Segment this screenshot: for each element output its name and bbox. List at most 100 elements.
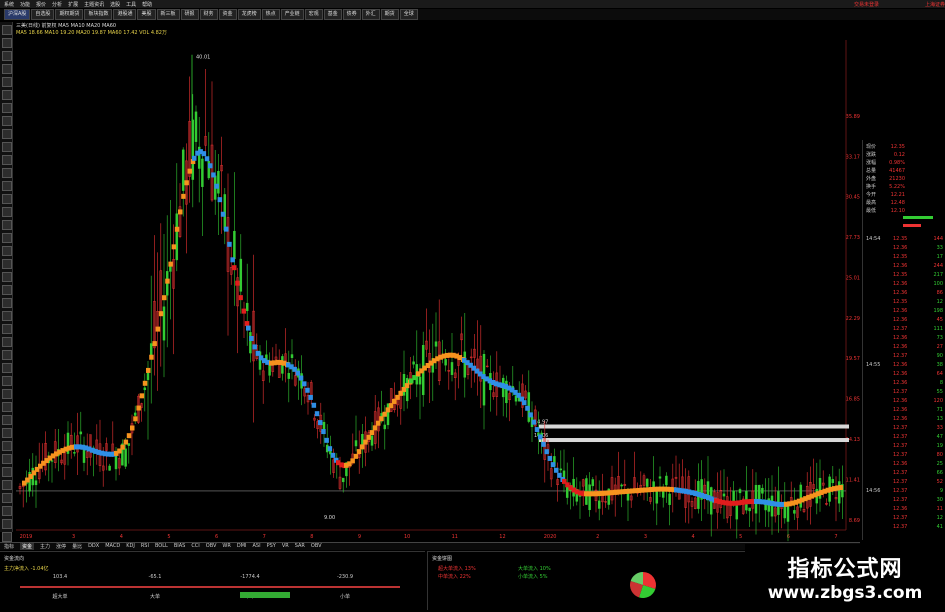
toolbar-icon[interactable] <box>2 376 12 386</box>
market-tab[interactable]: 产业链 <box>280 9 304 20</box>
toolbar-icon[interactable] <box>2 129 12 139</box>
indicator-tab[interactable]: 指标 <box>4 543 14 550</box>
market-tab[interactable]: 新三板 <box>156 9 180 20</box>
indicator-tab[interactable]: RSI <box>141 543 149 550</box>
indicator-tab[interactable]: SAR <box>295 543 305 550</box>
indicator-tab[interactable]: CCI <box>191 543 199 550</box>
indicator-tab[interactable]: WR <box>222 543 230 550</box>
market-tab[interactable]: 研报 <box>180 9 199 20</box>
trend-ribbon-block <box>838 485 843 491</box>
market-tab[interactable]: 板块指数 <box>84 9 113 20</box>
market-tab[interactable]: 资金 <box>218 9 237 20</box>
tick-price: 12.37 <box>893 443 907 449</box>
indicator-tab[interactable]: ASI <box>252 543 260 550</box>
menu-item[interactable]: 选股 <box>110 1 120 8</box>
toolbar-icon[interactable] <box>2 350 12 360</box>
market-tab[interactable]: 外汇 <box>361 9 380 20</box>
market-tab[interactable]: 基金 <box>323 9 342 20</box>
indicator-tab[interactable]: 主力 <box>40 543 50 550</box>
toolbar-icon[interactable] <box>2 441 12 451</box>
indicator-tab[interactable]: 量比 <box>72 543 82 550</box>
indicator-tab[interactable]: MACD <box>105 543 120 550</box>
toolbar-icon[interactable] <box>2 415 12 425</box>
menu-item[interactable]: 主题资讯 <box>84 1 104 8</box>
indicator-tab[interactable]: 资金 <box>20 543 35 550</box>
toolbar-icon[interactable] <box>2 259 12 269</box>
toolbar-icon[interactable] <box>2 246 12 256</box>
toolbar-icon[interactable] <box>2 519 12 529</box>
market-tab[interactable]: 龙虎榜 <box>237 9 261 20</box>
trend-ribbon-block <box>238 295 243 301</box>
market-tab[interactable]: 期权期货 <box>55 9 84 20</box>
toolbar-icon[interactable] <box>2 64 12 74</box>
toolbar-icon[interactable] <box>2 51 12 61</box>
tick-price: 12.35 <box>893 299 907 305</box>
toolbar-icon[interactable] <box>2 532 12 542</box>
toolbar-icon[interactable] <box>2 116 12 126</box>
market-tab[interactable]: 财务 <box>199 9 218 20</box>
indicator-tab[interactable]: DMI <box>237 543 247 550</box>
toolbar-icon[interactable] <box>2 298 12 308</box>
market-tab[interactable]: 港股通 <box>113 9 137 20</box>
toolbar-icon[interactable] <box>2 480 12 490</box>
toolbar-icon[interactable] <box>2 493 12 503</box>
price-axis-label: 33.17 <box>846 154 860 160</box>
market-tab[interactable]: 期货 <box>380 9 399 20</box>
market-tab[interactable]: 自选股 <box>31 9 55 20</box>
market-tab[interactable]: 宏观 <box>304 9 323 20</box>
market-tab[interactable]: 沪深A股 <box>4 9 31 20</box>
fund-pie-title: 资金饼图 <box>432 555 452 562</box>
toolbar-icon[interactable] <box>2 467 12 477</box>
toolbar-icon[interactable] <box>2 142 12 152</box>
toolbar-icon[interactable] <box>2 454 12 464</box>
menu-item[interactable]: 系统 <box>4 1 14 8</box>
toolbar-icon[interactable] <box>2 77 12 87</box>
toolbar-icon[interactable] <box>2 181 12 191</box>
toolbar-icon[interactable] <box>2 428 12 438</box>
menu-item[interactable]: 工具 <box>126 1 136 8</box>
fund-label: 超大单 <box>52 593 67 600</box>
toolbar-icon[interactable] <box>2 389 12 399</box>
indicator-tab[interactable]: PSY <box>267 543 276 550</box>
toolbar-icon[interactable] <box>2 324 12 334</box>
indicator-tab[interactable]: 涨停 <box>56 543 66 550</box>
indicator-tab[interactable]: OBV <box>206 543 217 550</box>
toolbar-icon[interactable] <box>2 311 12 321</box>
toolbar-icon[interactable] <box>2 220 12 230</box>
tick-volume: 120 <box>933 398 943 404</box>
toolbar-icon[interactable] <box>2 155 12 165</box>
toolbar-icon[interactable] <box>2 194 12 204</box>
toolbar-icon[interactable] <box>2 90 12 100</box>
toolbar-icon[interactable] <box>2 207 12 217</box>
menu-item[interactable]: 报价 <box>36 1 46 8</box>
market-tab[interactable]: 全球 <box>399 9 418 20</box>
menu-item[interactable]: 功能 <box>20 1 30 8</box>
market-tab[interactable]: 美股 <box>137 9 156 20</box>
indicator-tab[interactable]: KDJ <box>126 543 135 550</box>
menu-right-item[interactable]: 上海证券 <box>925 1 945 8</box>
toolbar-icon[interactable] <box>2 337 12 347</box>
menu-right-item[interactable]: 交易未登录 <box>854 1 879 8</box>
toolbar-icon[interactable] <box>2 363 12 373</box>
indicator-tab[interactable]: VR <box>282 543 289 550</box>
market-tab[interactable]: 债券 <box>342 9 361 20</box>
market-tab[interactable]: 热点 <box>261 9 280 20</box>
toolbar-icon[interactable] <box>2 402 12 412</box>
quote-value: 0.12 <box>894 152 905 158</box>
toolbar-icon[interactable] <box>2 168 12 178</box>
toolbar-icon[interactable] <box>2 233 12 243</box>
toolbar-icon[interactable] <box>2 25 12 35</box>
menu-item[interactable]: 帮助 <box>142 1 152 8</box>
indicator-tab[interactable]: BIAS <box>174 543 186 550</box>
indicator-tab[interactable]: DDX <box>88 543 99 550</box>
indicator-tab[interactable]: BOLL <box>155 543 168 550</box>
toolbar-icon[interactable] <box>2 38 12 48</box>
toolbar-icon[interactable] <box>2 285 12 295</box>
price-chart[interactable]: 35.89 33.17 30.45 27.73 25.01 22.29 19.57 16.85… <box>14 20 864 542</box>
indicator-tab[interactable]: OBV <box>311 543 322 550</box>
menu-item[interactable]: 扩展 <box>68 1 78 8</box>
toolbar-icon[interactable] <box>2 272 12 282</box>
menu-item[interactable]: 分析 <box>52 1 62 8</box>
toolbar-icon[interactable] <box>2 506 12 516</box>
toolbar-icon[interactable] <box>2 103 12 113</box>
